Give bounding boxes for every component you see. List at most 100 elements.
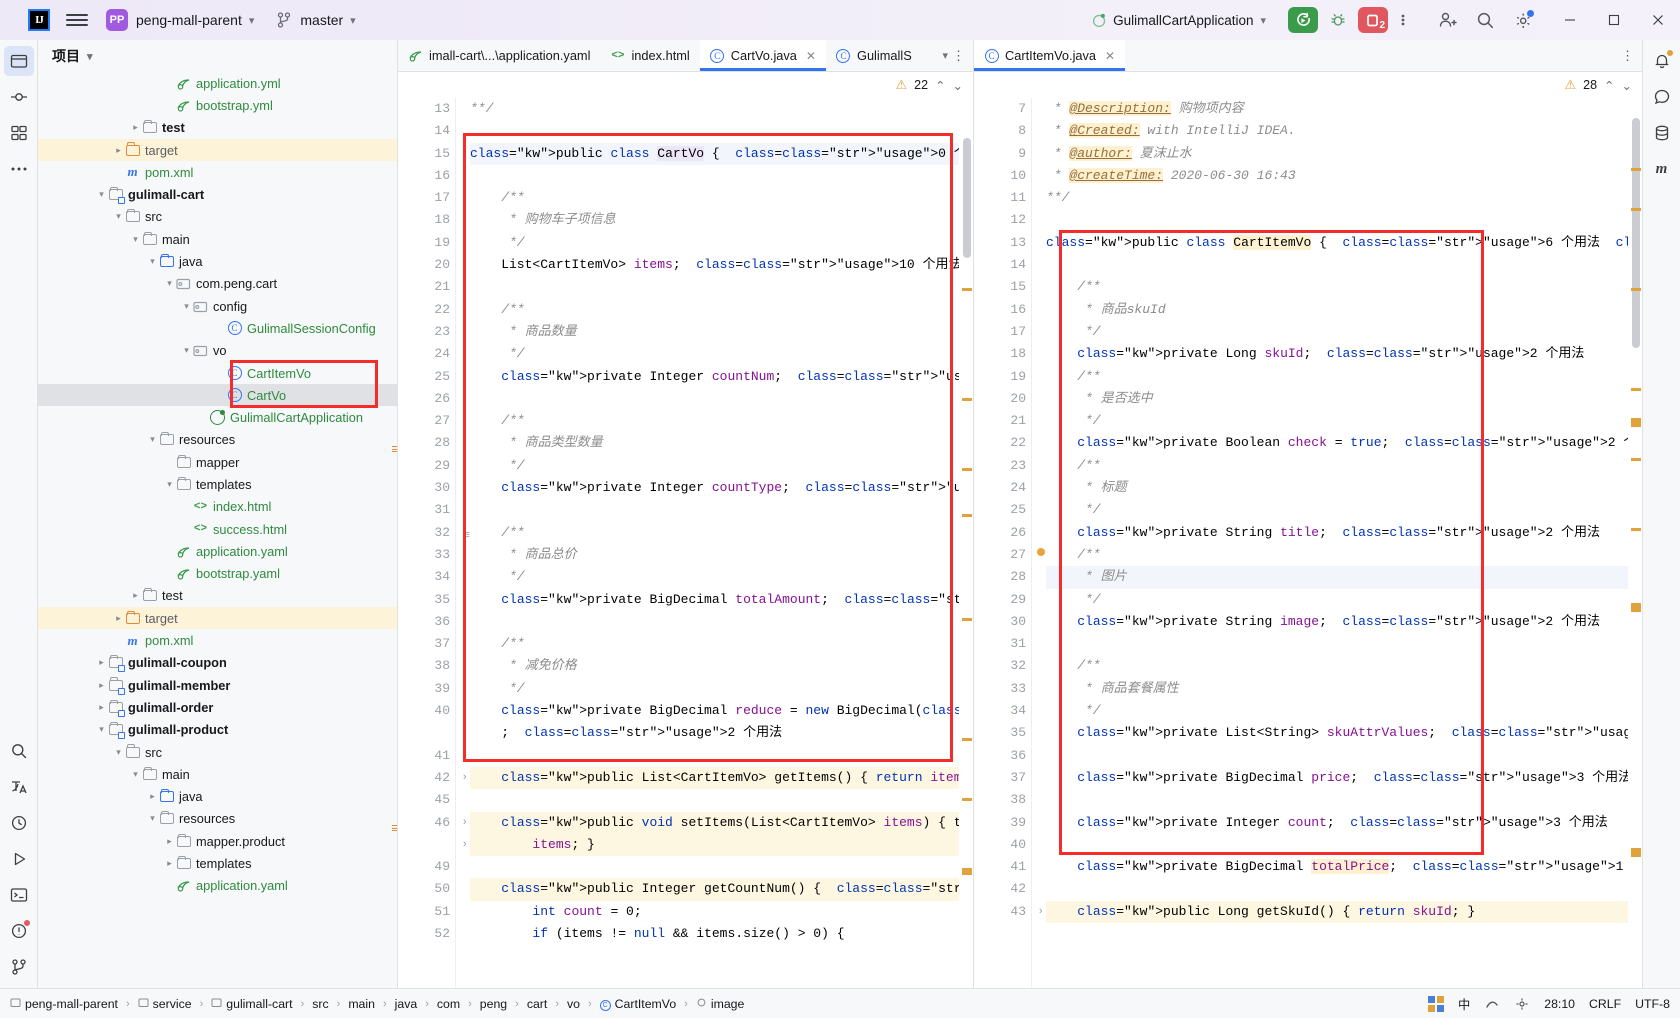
editor-tab-cartitemvo-java[interactable]: C CartItemVo.java ✕ <box>974 40 1126 71</box>
left-warning-marker[interactable] <box>962 868 972 875</box>
next-problem-icon[interactable]: ⌄ <box>953 78 963 93</box>
code-line[interactable] <box>470 745 959 767</box>
code-line[interactable]: class="kw">public void setItems(List<Car… <box>470 811 959 834</box>
code-line[interactable]: * @author: 夏沫止水 <box>1046 143 1628 165</box>
ime-mode-icon[interactable] <box>1484 996 1500 1012</box>
tree-item-pom-xml[interactable]: m pom.xml <box>38 161 397 183</box>
code-line[interactable]: /** <box>1046 276 1628 298</box>
chevron-right-icon[interactable]: ▸ <box>112 613 125 624</box>
debug-button[interactable] <box>1323 7 1353 33</box>
database-tool-icon[interactable] <box>1647 118 1677 148</box>
code-line[interactable]: class="kw">private Integer countNum; cla… <box>470 366 959 388</box>
tree-item-target[interactable]: ▸ target <box>38 138 397 162</box>
tree-item-src[interactable]: ▾ src <box>38 206 397 228</box>
add-user-icon[interactable] <box>1432 5 1462 35</box>
code-line[interactable]: class="kw">private Integer count; class=… <box>1046 812 1628 834</box>
breadcrumb-item[interactable]: service <box>138 997 192 1011</box>
tab-list-chevron-down-icon[interactable]: ▾ <box>942 49 948 62</box>
tab-options-icon[interactable]: ⋮ <box>952 48 965 64</box>
prev-problem-icon[interactable]: ⌃ <box>1604 78 1614 93</box>
chevron-down-icon[interactable]: ▾ <box>112 747 125 758</box>
settings-gear-icon[interactable] <box>1508 5 1538 35</box>
run-config-chevron-down-icon[interactable]: ▾ <box>1260 14 1266 27</box>
code-line[interactable]: /** <box>470 299 959 321</box>
right-warning-marker[interactable] <box>1631 603 1641 612</box>
code-line[interactable]: */ <box>470 232 959 254</box>
code-line[interactable]: class="kw">private List<String> skuAttrV… <box>1046 722 1628 744</box>
code-line[interactable]: */ <box>470 566 959 588</box>
right-warning-marker[interactable] <box>1631 458 1641 461</box>
right-gutter[interactable]: 7 8 9 10 11 12 13 14 15 16 17 18 19 20 21 22 23 24 25 26 27 2… <box>974 98 1045 988</box>
code-line[interactable]: */ <box>1046 589 1628 611</box>
code-line[interactable]: */ <box>1046 321 1628 343</box>
tree-item-java[interactable]: ▾ java <box>38 250 397 272</box>
code-line[interactable] <box>1046 834 1628 856</box>
caret-position-label[interactable]: 28:10 <box>1544 997 1575 1011</box>
code-line[interactable]: /** <box>1046 455 1628 477</box>
code-line[interactable]: class="kw">private String image; class=c… <box>1046 611 1628 633</box>
next-problem-icon[interactable]: ⌄ <box>1622 78 1632 93</box>
tree-item-test[interactable]: ▸ test <box>38 117 397 139</box>
left-marker-column[interactable] <box>959 98 973 988</box>
breadcrumb-item[interactable]: C CartItemVo <box>599 996 676 1011</box>
breadcrumb-item[interactable]: java <box>395 997 418 1011</box>
tree-item-vo[interactable]: ▾ vo <box>38 340 397 362</box>
chevron-right-icon[interactable]: ▸ <box>163 836 176 847</box>
code-line[interactable] <box>470 276 959 298</box>
prev-problem-icon[interactable]: ⌃ <box>935 78 945 93</box>
project-file-tree[interactable]: application.yml bootstrap.yml ▸ test ▸ target… <box>38 72 397 988</box>
chevron-right-icon[interactable]: ▸ <box>112 145 125 156</box>
tree-item-config[interactable]: ▾ config <box>38 295 397 317</box>
code-line[interactable]: class="kw">public class CartVo { class=c… <box>470 142 959 165</box>
left-warning-marker[interactable] <box>962 618 972 621</box>
code-line[interactable]: class="kw">private BigDecimal price; cla… <box>1046 767 1628 789</box>
project-tool-window-icon[interactable] <box>3 46 34 76</box>
breadcrumb-item[interactable]: vo <box>567 997 580 1011</box>
right-code-area[interactable]: 7 8 9 10 11 12 13 14 15 16 17 18 19 20 21 22 23 24 25 26 27 2… <box>974 98 1642 988</box>
run-configuration-selector[interactable]: GulimallCartApplication ▾ <box>1092 13 1266 28</box>
left-warning-marker[interactable] <box>962 288 972 291</box>
right-warning-marker[interactable] <box>1631 848 1641 857</box>
tree-item-application-yaml[interactable]: application.yaml <box>38 875 397 897</box>
code-line[interactable]: /** <box>470 522 959 544</box>
right-warning-marker[interactable] <box>1631 288 1641 291</box>
code-line[interactable]: * 图片 <box>1046 566 1628 589</box>
chevron-right-icon[interactable]: ▸ <box>95 702 108 713</box>
left-warning-marker[interactable] <box>962 468 972 471</box>
chevron-down-icon[interactable]: ▾ <box>163 278 176 289</box>
code-line[interactable]: * 商品套餐属性 <box>1046 678 1628 700</box>
right-warning-marker[interactable] <box>1631 208 1641 211</box>
code-line[interactable]: class="kw">private BigDecimal totalAmoun… <box>470 589 959 611</box>
code-line[interactable]: class="kw">public Long getSkuId() { retu… <box>1046 900 1628 923</box>
code-line[interactable]: class="kw">private BigDecimal totalPrice… <box>1046 856 1628 878</box>
tab-options-icon[interactable]: ⋮ <box>1621 48 1634 64</box>
code-line[interactable]: class="kw">public class CartItemVo { cla… <box>1046 232 1628 254</box>
project-name-label[interactable]: peng-mall-parent <box>136 12 242 28</box>
breadcrumb-item[interactable]: peng <box>480 997 507 1011</box>
tree-item-application-yml[interactable]: application.yml <box>38 72 397 94</box>
breadcrumb-item[interactable]: main <box>348 997 375 1011</box>
code-line[interactable]: * 减免价格 <box>470 655 959 677</box>
right-warning-marker[interactable] <box>1631 418 1641 427</box>
tree-item-bootstrap-yml[interactable]: bootstrap.yml <box>38 94 397 116</box>
tree-item-index-html[interactable]: <> index.html <box>38 496 397 518</box>
line-separator-label[interactable]: CRLF <box>1589 997 1621 1011</box>
code-line[interactable]: /** <box>1046 544 1628 566</box>
code-line[interactable]: * 商品数量 <box>470 321 959 343</box>
left-warning-marker[interactable] <box>962 738 972 741</box>
ime-switcher-icon[interactable] <box>1427 995 1444 1012</box>
code-line[interactable]: * 商品总价 <box>470 544 959 566</box>
tree-item-templates[interactable]: ▸ templates <box>38 852 397 874</box>
chevron-right-icon[interactable]: ▸ <box>129 590 142 601</box>
tree-item-src[interactable]: ▾ src <box>38 741 397 763</box>
right-warning-marker[interactable] <box>1631 528 1641 531</box>
more-tool-windows-icon[interactable] <box>4 154 34 184</box>
run-tool-window-icon[interactable] <box>4 844 34 874</box>
chevron-down-icon[interactable]: ▾ <box>180 301 193 312</box>
code-line[interactable]: */ <box>1046 700 1628 722</box>
breadcrumb-item[interactable]: src <box>312 997 328 1011</box>
tree-item-gulimall-order[interactable]: ▸ gulimall-order <box>38 696 397 718</box>
code-line[interactable]: * 是否选中 <box>1046 388 1628 410</box>
code-line[interactable]: if (items != null && items.size() > 0) { <box>470 923 959 945</box>
chevron-down-icon[interactable]: ▾ <box>95 189 108 200</box>
